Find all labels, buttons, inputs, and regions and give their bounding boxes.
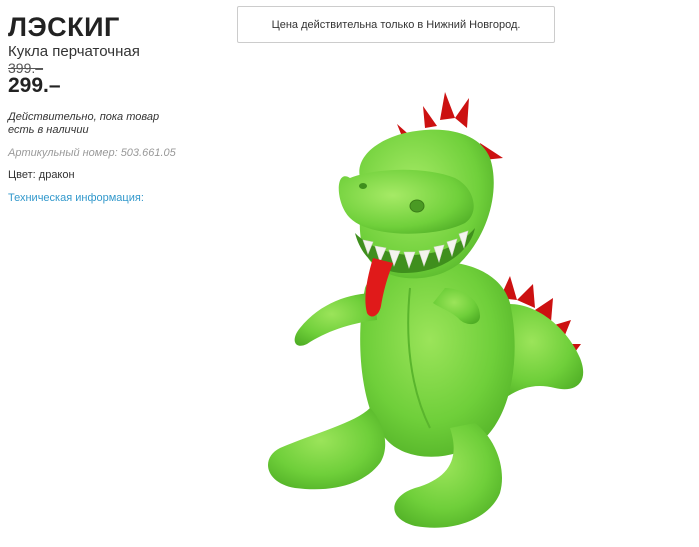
product-type: Кукла перчаточная bbox=[8, 43, 140, 60]
left-foot bbox=[268, 408, 386, 490]
price-region-notice: Цена действительна только в Нижний Новго… bbox=[237, 6, 555, 43]
color-info: Цвет: дракон bbox=[8, 169, 198, 182]
product-page: ЛЭСКИГ Кукла перчаточная 399.– 299.– Дей… bbox=[0, 0, 699, 547]
color-label: Цвет: bbox=[8, 169, 36, 181]
product-image bbox=[268, 92, 584, 528]
product-name: ЛЭСКИГ bbox=[8, 12, 120, 42]
article-number: 503.661.05 bbox=[120, 147, 176, 159]
color-value: дракон bbox=[38, 169, 75, 181]
price-region-notice-text: Цена действительна только в Нижний Новго… bbox=[271, 18, 521, 31]
availability-note: Действительно, пока товар есть в наличии bbox=[8, 111, 160, 136]
eye bbox=[409, 199, 425, 213]
article-label: Артикульный номер: bbox=[8, 147, 118, 159]
old-price: 399.– bbox=[8, 60, 44, 76]
product-info-panel: ЛЭСКИГ Кукла перчаточная 399.– 299.– Дей… bbox=[8, 12, 198, 206]
nostril bbox=[359, 183, 367, 189]
new-price: 299.– bbox=[8, 74, 61, 97]
article-number-block: Артикульный номер: 503.661.05 bbox=[8, 147, 198, 160]
technical-info-link[interactable]: Техническая информация: bbox=[8, 192, 144, 205]
snout bbox=[338, 169, 474, 234]
